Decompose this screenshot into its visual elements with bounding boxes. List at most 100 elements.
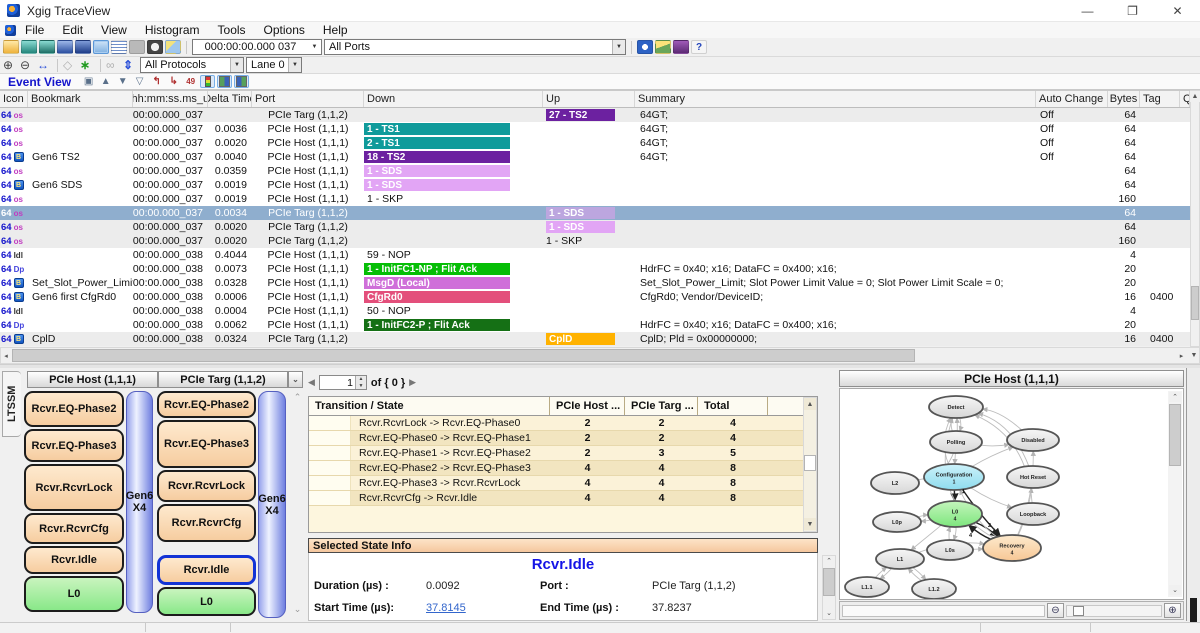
column-header-summary[interactable]: Summary <box>635 91 1036 107</box>
search-binoculars-icon[interactable]: ∞ <box>106 58 121 72</box>
column-header-auto-change[interactable]: Auto Change <box>1036 91 1108 107</box>
grid-scroll-up-icon[interactable]: ▲ <box>1190 91 1200 102</box>
trace-row[interactable]: 64os000:00:00.000_0370.0036PCIe Host (1,… <box>0 122 1190 136</box>
trace-row[interactable]: 64os000:00:00.000_0370.0020PCIe Host (1,… <box>0 136 1190 150</box>
trace-row[interactable]: 64BSet_Slot_Power_Limit000:00:00.000_038… <box>0 276 1190 290</box>
trace-row[interactable]: 64BGen6 SDS000:00:00.000_0370.0019PCIe H… <box>0 178 1190 192</box>
info-scroll-down-icon[interactable]: ⌄ <box>823 608 835 618</box>
diagram-node-l0[interactable]: L04 <box>928 501 982 527</box>
diagram-node-l1[interactable]: L1 <box>876 549 924 569</box>
transition-row[interactable]: Rcvr.EQ-Phase3 -> Rcvr.RcvrLock448 <box>309 476 817 491</box>
menu-options[interactable]: Options <box>255 22 314 38</box>
ltssm-state-rcvr-rcvrlock[interactable]: Rcvr.RcvrLock <box>24 464 124 511</box>
right-edge-scroll-thumb[interactable] <box>1190 598 1197 624</box>
diagram-node-l0s[interactable]: L0s <box>927 540 973 560</box>
capture-view-icon[interactable] <box>93 40 109 54</box>
spinner-buttons[interactable]: ▲▼ <box>355 376 366 389</box>
diagram-scroll-up-icon[interactable]: ⌃ <box>1169 392 1181 402</box>
up-packet-bar[interactable]: 27 - TS2 <box>546 109 615 121</box>
prev-event-icon[interactable]: ▲ <box>98 75 113 88</box>
jump-up-red-icon[interactable]: ↰ <box>149 75 164 88</box>
zoom-out-icon[interactable]: ⊖ <box>20 58 35 72</box>
info-scroll-up-icon[interactable]: ⌃ <box>823 556 835 566</box>
down-packet-bar[interactable]: CfgRd0 <box>364 291 510 303</box>
transition-row[interactable]: Rcvr.RcvrLock -> Rcvr.EQ-Phase0224 <box>309 416 817 431</box>
ltssm-scroll-down-icon[interactable]: ⌄ <box>291 604 304 615</box>
transition-col-1[interactable]: PCIe Host ... <box>550 397 625 415</box>
ltssm-header-dropdown-icon[interactable]: ⌄ <box>288 371 303 388</box>
protocols-dropdown[interactable]: All Protocols ▼ <box>140 57 244 73</box>
color-grid-2-icon[interactable] <box>234 75 249 88</box>
trace-row[interactable]: 64BGen6 TS2000:00:00.000_0370.0040PCIe H… <box>0 150 1190 164</box>
diagram-scroll-down-icon[interactable]: ⌄ <box>1169 585 1181 595</box>
down-packet-bar[interactable]: 18 - TS2 <box>364 151 510 163</box>
transition-index-spinner[interactable]: 1 ▲▼ <box>319 375 367 390</box>
trace-row[interactable]: 64Idl000:00:00.000_0380.4044PCIe Host (1… <box>0 248 1190 262</box>
grid-scroll-right-icon[interactable]: ▸ <box>1176 348 1187 363</box>
ltssm-state-rcvr-idle[interactable]: Rcvr.Idle <box>24 546 124 574</box>
ltssm-state-diagram[interactable]: DetectPollingDisabledConfiguration1Hot R… <box>841 390 1167 599</box>
column-header-hhh-mm-ss-ms-us[interactable]: hhh:mm:ss.ms_us <box>133 91 208 107</box>
diagram-node-l1.1[interactable]: L1.1 <box>845 577 889 597</box>
down-packet-bar[interactable]: MsgD (Local) <box>364 277 510 289</box>
ltssm-tab[interactable]: LTSSM <box>2 371 21 437</box>
close-button[interactable]: ✕ <box>1155 0 1200 22</box>
trace-row[interactable]: 64Dp000:00:00.000_0380.0073PCIe Host (1,… <box>0 262 1190 276</box>
ltssm-host-header[interactable]: PCIe Host (1,1,1) <box>27 371 158 388</box>
column-header-tag[interactable]: Tag <box>1140 91 1180 107</box>
transition-row[interactable]: Rcvr.RcvrCfg -> Rcvr.Idle448 <box>309 491 817 506</box>
right-edge-scroll-strip[interactable] <box>1186 368 1200 621</box>
zoom-in-magnifier-icon[interactable]: ⊕ <box>1164 603 1181 618</box>
image-icon[interactable] <box>655 40 671 54</box>
filter-funnel-icon[interactable]: ▽ <box>132 75 147 88</box>
diagram-node-polling[interactable]: Polling <box>930 431 982 453</box>
app-menu-icon[interactable] <box>5 25 16 36</box>
tag-icon[interactable]: ◇ <box>63 58 78 72</box>
transition-vscroll-thumb[interactable] <box>804 455 816 471</box>
up-packet-bar[interactable]: 1 - SDS <box>546 207 615 219</box>
jump-updown-icon[interactable]: ⇕ <box>123 58 138 72</box>
column-header-down[interactable]: Down <box>364 91 543 107</box>
zoom-out-magnifier-icon[interactable]: ⊖ <box>1047 603 1064 618</box>
diagram-hscroll-track[interactable] <box>842 605 1045 617</box>
column-header-icon[interactable]: Icon <box>0 91 28 107</box>
column-header-qu[interactable]: Qu <box>1180 91 1190 107</box>
save-icon[interactable] <box>57 40 73 54</box>
zoom-slider-thumb[interactable] <box>1073 606 1084 616</box>
grid-hscroll-thumb[interactable] <box>12 349 915 362</box>
diagram-header[interactable]: PCIe Host (1,1,1) <box>839 370 1184 387</box>
marker-star-icon[interactable]: ∗ <box>80 58 95 72</box>
minimize-button[interactable]: — <box>1065 0 1110 22</box>
trace-row[interactable]: 64BGen6 first CfgRd0000:00:00.000_0380.0… <box>0 290 1190 304</box>
trace-row[interactable]: 64os000:00:00.000_0370.0034PCIe Targ (1,… <box>0 206 1190 220</box>
time-navigation-field[interactable]: 000:00:00.000 037 ▼ <box>192 39 322 55</box>
menu-help[interactable]: Help <box>314 22 357 38</box>
transition-scroll-down-icon[interactable]: ▼ <box>804 518 816 530</box>
grid-scroll-left-icon[interactable]: ◂ <box>1 348 11 363</box>
ltssm-state-rcvr-idle[interactable]: Rcvr.Idle <box>157 555 256 585</box>
down-packet-bar[interactable]: 1 - InitFC2-P ; Flit Ack <box>364 319 510 331</box>
diagram-node-l2[interactable]: L2 <box>871 472 919 494</box>
column-header-port[interactable]: Port <box>252 91 364 107</box>
down-packet-bar[interactable]: 1 - SDS <box>364 165 510 177</box>
time-dropdown-arrow[interactable]: ▼ <box>308 40 321 54</box>
menu-edit[interactable]: Edit <box>53 22 92 38</box>
transition-row[interactable]: Rcvr.EQ-Phase1 -> Rcvr.EQ-Phase2235 <box>309 446 817 461</box>
diagram-vscroll-thumb[interactable] <box>1169 404 1181 466</box>
diagram-node-l0p[interactable]: L0p <box>873 512 921 532</box>
goto-event-icon[interactable]: 49 <box>183 75 198 88</box>
menu-histogram[interactable]: Histogram <box>136 22 209 38</box>
diagram-zoom-slider[interactable] <box>1066 605 1162 617</box>
diagram-node-recovery[interactable]: Recovery4 <box>983 535 1041 561</box>
transition-col-2[interactable]: PCIe Targ ... <box>625 397 698 415</box>
up-packet-bar[interactable]: CplD <box>546 333 615 345</box>
palette-icon[interactable] <box>673 40 689 54</box>
trace-row[interactable]: 64os000:00:00.000_0370.0020PCIe Targ (1,… <box>0 234 1190 248</box>
ports-dropdown[interactable]: All Ports ▼ <box>324 39 626 55</box>
nav-next-icon[interactable]: ▶ <box>409 377 416 388</box>
transition-row[interactable]: Rcvr.EQ-Phase2 -> Rcvr.EQ-Phase3448 <box>309 461 817 476</box>
lane-dropdown[interactable]: Lane 0 ▼ <box>246 57 302 73</box>
panel-splitter[interactable] <box>0 364 1200 368</box>
ltssm-state-rcvr-eq-phase2[interactable]: Rcvr.EQ-Phase2 <box>24 391 124 427</box>
open-trace-icon[interactable] <box>3 40 19 54</box>
